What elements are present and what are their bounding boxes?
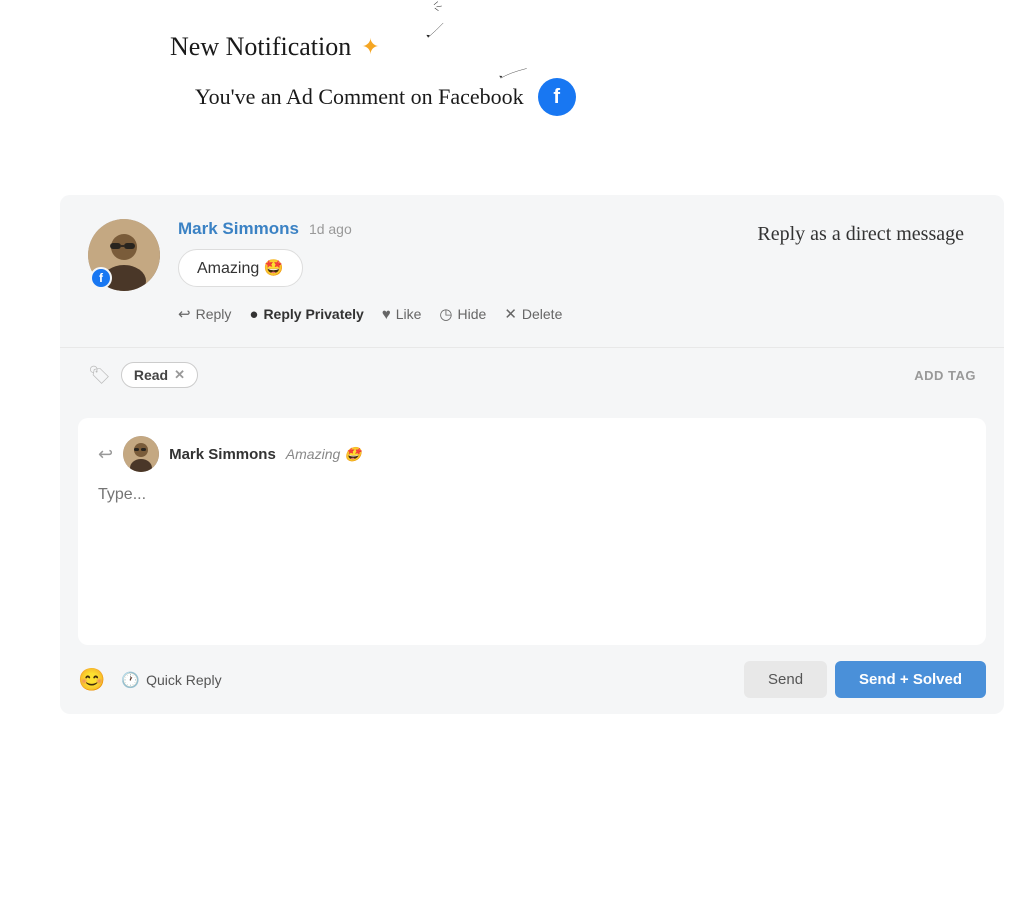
reply-button[interactable]: ↩ Reply <box>178 301 231 327</box>
read-tag: Read ✕ <box>121 362 198 388</box>
subtitle-label: You've an Ad Comment on Facebook <box>195 84 524 110</box>
send-button[interactable]: Send <box>744 661 827 698</box>
comment-row: f Mark Simmons 1d ago Amazing 🤩 ↩ Reply … <box>60 195 1004 347</box>
hide-icon: ◷ <box>439 305 452 323</box>
reply-compose: ↩ Mark Simmons Amazing 🤩 <box>78 418 986 645</box>
delete-button[interactable]: ✕ Delete <box>504 301 562 327</box>
action-bar: ↩ Reply ● Reply Privately ♥ Like ◷ Hide … <box>178 301 976 331</box>
emoji-button[interactable]: 😊 <box>78 667 105 693</box>
sparkle-icon: ✦ <box>361 34 379 60</box>
tag-icon: 🏷 <box>88 365 111 386</box>
hide-button[interactable]: ◷ Hide <box>439 301 486 327</box>
heart-icon: ♥ <box>382 306 391 323</box>
comment-time: 1d ago <box>309 221 352 237</box>
main-card: f Mark Simmons 1d ago Amazing 🤩 ↩ Reply … <box>60 195 1004 714</box>
commenter-username: Mark Simmons <box>178 219 299 239</box>
reply-header: ↩ Mark Simmons Amazing 🤩 <box>98 436 966 472</box>
reply-avatar <box>123 436 159 472</box>
new-notification-label: New Notification <box>170 32 351 62</box>
tags-row: 🏷 Read ✕ ADD TAG <box>60 347 1004 402</box>
facebook-mini-badge: f <box>90 267 112 289</box>
avatar-wrap: f <box>88 219 160 291</box>
facebook-badge: f <box>538 78 576 116</box>
clock-icon: 🕐 <box>121 671 140 689</box>
quick-reply-button[interactable]: 🕐 Quick Reply <box>121 671 221 689</box>
reply-privately-button[interactable]: ● Reply Privately <box>249 302 363 327</box>
comment-header: Mark Simmons 1d ago <box>178 219 976 239</box>
reply-username: Mark Simmons <box>169 446 276 463</box>
compose-textarea[interactable] <box>98 486 966 626</box>
delete-icon: ✕ <box>504 305 517 323</box>
remove-tag-button[interactable]: ✕ <box>174 367 185 383</box>
comment-bubble: Amazing 🤩 <box>178 249 303 287</box>
reply-icon: ↩ <box>178 305 191 323</box>
reply-preview-text: Amazing 🤩 <box>286 446 362 463</box>
messenger-icon: ● <box>249 306 258 323</box>
compose-footer: 😊 🕐 Quick Reply Send Send + Solved <box>60 649 1004 714</box>
footer-left: 😊 🕐 Quick Reply <box>78 667 222 693</box>
send-solved-button[interactable]: Send + Solved <box>835 661 986 698</box>
add-tag-button[interactable]: ADD TAG <box>914 368 976 383</box>
tags-left: 🏷 Read ✕ <box>88 362 198 388</box>
like-button[interactable]: ♥ Like <box>382 302 422 327</box>
reply-back-icon: ↩ <box>98 444 113 465</box>
footer-right: Send Send + Solved <box>744 661 986 698</box>
comment-content: Mark Simmons 1d ago Amazing 🤩 ↩ Reply ● … <box>178 219 976 331</box>
